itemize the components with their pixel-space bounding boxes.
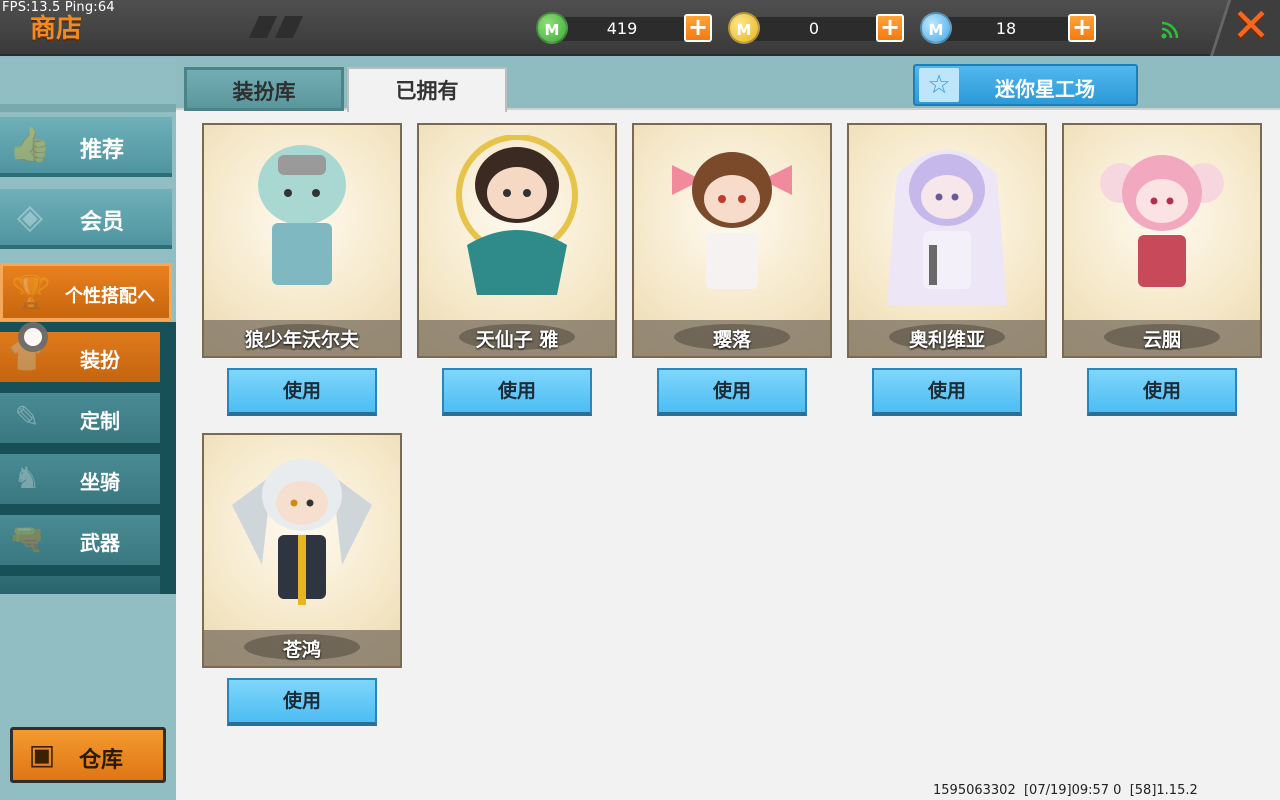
sidebar-item-label: 推荐 bbox=[80, 138, 125, 163]
gun-icon: 🔫 bbox=[8, 522, 46, 557]
decorative-stripes bbox=[248, 16, 310, 38]
sidebar-subitem-customize[interactable]: ✎ 定制 bbox=[0, 393, 160, 443]
item-card[interactable]: 奥利维亚 bbox=[847, 123, 1047, 358]
item-name: 璎落 bbox=[712, 329, 751, 351]
character-figure bbox=[258, 145, 346, 285]
trophy-icon: 🏆 bbox=[11, 273, 51, 311]
character-figure bbox=[887, 150, 1007, 305]
tab-library[interactable]: 装扮库 bbox=[184, 67, 344, 111]
green-gem-icon: M bbox=[536, 12, 568, 44]
character-figure bbox=[672, 152, 792, 289]
item-name: 奥利维亚 bbox=[908, 329, 985, 351]
character-figure bbox=[232, 459, 372, 605]
build-info: 1595063302 [07/19]09:57 0 [58]1.15.2 bbox=[933, 783, 1198, 798]
use-button[interactable]: 使用 bbox=[872, 368, 1022, 416]
use-button[interactable]: 使用 bbox=[657, 368, 807, 416]
tab-owned[interactable]: 已拥有 bbox=[347, 67, 507, 112]
blue-star-coin-icon: M bbox=[920, 12, 952, 44]
sidebar-divider bbox=[0, 104, 176, 112]
workshop-label: 迷你星工场 bbox=[995, 77, 1095, 101]
item-card[interactable]: 璎落 bbox=[632, 123, 832, 358]
item-name: 天仙子 雅 bbox=[475, 329, 559, 351]
wifi-signal-icon bbox=[1161, 21, 1179, 39]
thumbs-up-icon: 👍 bbox=[8, 125, 52, 165]
item-card[interactable]: 云胭 bbox=[1062, 123, 1262, 358]
item-name: 云胭 bbox=[1142, 329, 1181, 351]
currency-gems: M 419 + bbox=[536, 12, 716, 44]
add-coins-button[interactable]: + bbox=[876, 14, 904, 42]
sidebar-item-label: 会员 bbox=[80, 210, 125, 235]
character-figure bbox=[456, 135, 578, 295]
star-coin-amount: 18 bbox=[995, 19, 1017, 38]
currency-coins: M 0 + bbox=[728, 12, 908, 44]
use-button[interactable]: 使用 bbox=[442, 368, 592, 416]
add-star-coins-button[interactable]: + bbox=[1068, 14, 1096, 42]
warehouse-button[interactable]: ▣ 仓库 bbox=[10, 727, 166, 783]
sidebar-subitem-label: 武器 bbox=[80, 531, 120, 555]
use-button[interactable]: 使用 bbox=[1087, 368, 1237, 416]
sidebar-subitem-mount[interactable]: ♞ 坐骑 bbox=[0, 454, 160, 504]
sidebar-subitem-label: 坐骑 bbox=[80, 470, 120, 494]
item-card[interactable]: 天仙子 雅 bbox=[417, 123, 617, 358]
character-figure bbox=[1100, 155, 1224, 287]
mount-icon: ♞ bbox=[13, 461, 41, 496]
pencil-icon: ✎ bbox=[14, 400, 40, 435]
sidebar-subitem-label: 装扮 bbox=[80, 348, 120, 372]
sidebar-item-personal-style[interactable]: 🏆 个性搭配へ bbox=[0, 263, 172, 321]
currency-star-coins: M 18 + bbox=[920, 12, 1100, 44]
top-bar: FPS:13.5 Ping:64 商店 M 419 + M 0 + M 18 +… bbox=[0, 0, 1280, 56]
star-icon: ☆ bbox=[919, 68, 959, 102]
use-button[interactable]: 使用 bbox=[227, 678, 377, 726]
item-card[interactable]: 苍鸿 bbox=[202, 433, 402, 668]
subcategory-panel: 👕 装扮 ✎ 定制 ♞ 坐骑 🔫 武器 bbox=[0, 322, 176, 594]
use-button[interactable]: 使用 bbox=[227, 368, 377, 416]
floating-toggle-button[interactable] bbox=[18, 322, 48, 352]
page-title: 商店 bbox=[30, 14, 83, 44]
sidebar-item-member[interactable]: ◈ 会员 bbox=[0, 189, 172, 249]
sidebar-item-label: 个性搭配へ bbox=[65, 286, 155, 307]
sidebar-subitem-label: 定制 bbox=[80, 409, 120, 433]
close-icon[interactable]: ✕ bbox=[1228, 2, 1274, 48]
coin-amount: 0 bbox=[808, 19, 820, 38]
add-gems-button[interactable]: + bbox=[684, 14, 712, 42]
warehouse-label: 仓库 bbox=[79, 748, 124, 773]
item-name: 狼少年沃尔夫 bbox=[244, 329, 359, 351]
sidebar-item-recommend[interactable]: 👍 推荐 bbox=[0, 117, 172, 177]
gem-amount: 419 bbox=[606, 19, 638, 38]
member-badge-icon: ◈ bbox=[16, 197, 44, 237]
gold-coin-icon: M bbox=[728, 12, 760, 44]
mini-workshop-button[interactable]: ☆ 迷你星工场 bbox=[913, 64, 1138, 106]
sidebar-subitem-weapon[interactable]: 🔫 武器 bbox=[0, 515, 160, 565]
sidebar-subitem-more[interactable] bbox=[0, 576, 160, 594]
chest-icon: ▣ bbox=[28, 738, 56, 771]
item-card[interactable]: 狼少年沃尔夫 bbox=[202, 123, 402, 358]
item-name: 苍鸿 bbox=[282, 639, 321, 661]
